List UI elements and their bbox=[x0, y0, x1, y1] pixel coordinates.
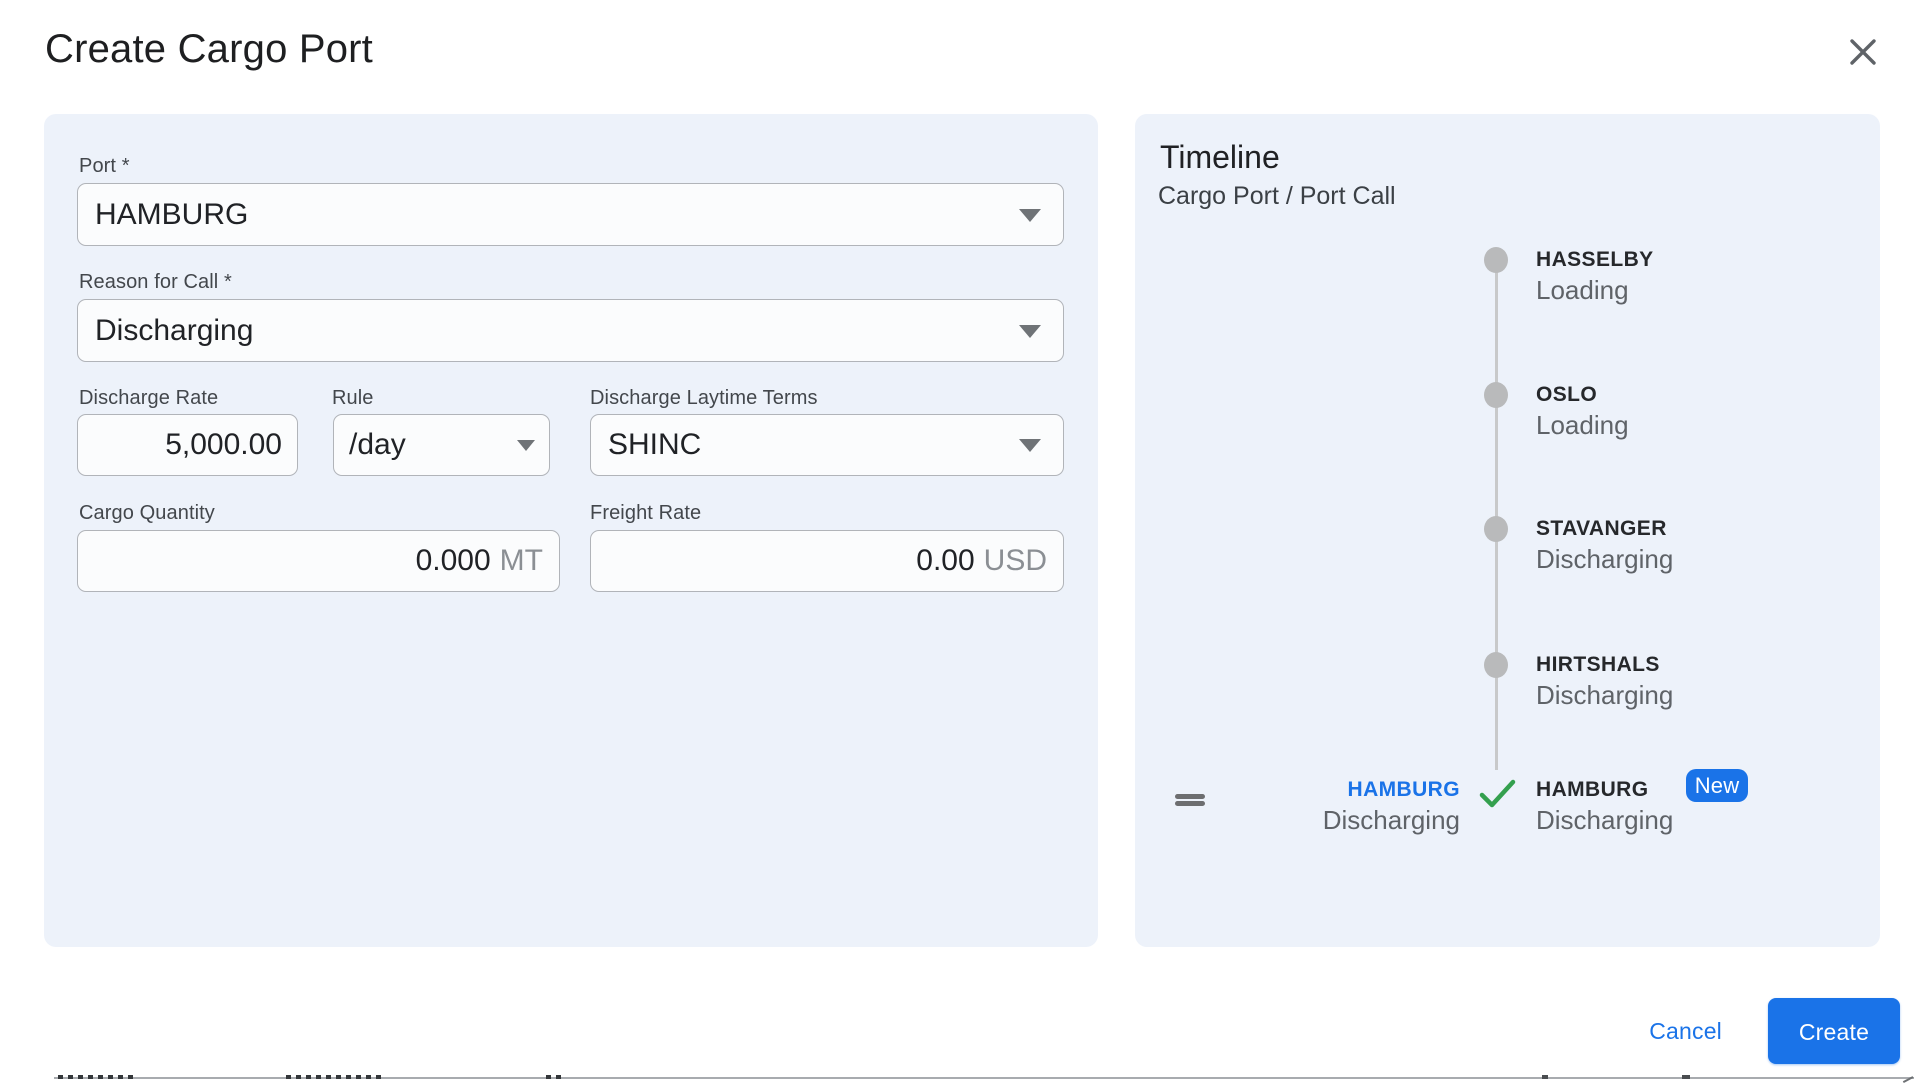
timeline-dot bbox=[1484, 247, 1508, 273]
cargo-quantity-unit: MT bbox=[499, 544, 543, 577]
timeline-item-stavanger: STAVANGER Discharging bbox=[1536, 514, 1866, 574]
timeline-dot bbox=[1484, 516, 1508, 542]
chevron-down-icon bbox=[1019, 439, 1041, 452]
timeline-title: Timeline bbox=[1160, 139, 1280, 175]
port-select[interactable]: HAMBURG bbox=[77, 183, 1064, 246]
timeline-item-hirtshals: HIRTSHALS Discharging bbox=[1536, 650, 1866, 710]
timeline-item-activity: Discharging bbox=[1536, 544, 1674, 574]
discharge-rate-label: Discharge Rate bbox=[79, 387, 219, 409]
page-bottom-text-fragment bbox=[286, 1075, 382, 1079]
discharge-laytime-terms-value: SHINC bbox=[608, 428, 702, 461]
discharge-laytime-terms-select[interactable]: SHINC bbox=[590, 414, 1064, 476]
rule-select-value: /day bbox=[349, 428, 406, 461]
new-badge: New bbox=[1686, 769, 1748, 802]
drag-handle-bar bbox=[1175, 801, 1205, 806]
timeline-item-oslo: OSLO Loading bbox=[1536, 380, 1866, 440]
page-bottom-text-fragment bbox=[1899, 1069, 1914, 1083]
freight-rate-input[interactable]: 0.00 USD bbox=[590, 530, 1064, 592]
cargo-quantity-input[interactable]: 0.000 MT bbox=[77, 530, 560, 592]
port-select-value: HAMBURG bbox=[95, 197, 249, 231]
chevron-down-icon bbox=[517, 440, 535, 451]
page-title: Create Cargo Port bbox=[45, 27, 373, 71]
timeline-drag-label-port: HAMBURG bbox=[1347, 778, 1460, 801]
create-button[interactable]: Create bbox=[1768, 998, 1900, 1064]
drag-handle-icon[interactable] bbox=[1175, 794, 1205, 806]
discharge-laytime-terms-label: Discharge Laytime Terms bbox=[590, 387, 818, 409]
create-cargo-port-dialog: Create Cargo Port Port * HAMBURG Reason … bbox=[0, 0, 1914, 1083]
timeline-item-activity: Loading bbox=[1536, 410, 1629, 440]
timeline-item-port: OSLO bbox=[1536, 383, 1598, 406]
reason-for-call-select[interactable]: Discharging bbox=[77, 299, 1064, 362]
rule-select[interactable]: /day bbox=[333, 414, 550, 476]
timeline-item-port: HIRTSHALS bbox=[1536, 653, 1660, 676]
drag-handle-bar bbox=[1175, 794, 1205, 799]
timeline-drag-label: HAMBURG Discharging bbox=[1230, 775, 1460, 835]
freight-rate-value: 0.00 bbox=[916, 544, 975, 577]
close-icon[interactable] bbox=[1844, 33, 1882, 71]
timeline-item-port: STAVANGER bbox=[1536, 517, 1667, 540]
timeline-item-activity: Discharging bbox=[1536, 805, 1674, 835]
chevron-down-icon bbox=[1019, 208, 1041, 222]
check-icon bbox=[1477, 776, 1517, 812]
timeline-subtitle: Cargo Port / Port Call bbox=[1158, 182, 1396, 210]
page-bottom-text-fragment bbox=[1682, 1075, 1690, 1079]
freight-rate-unit: USD bbox=[983, 544, 1047, 577]
discharge-rate-input[interactable]: 5,000.00 bbox=[77, 414, 298, 476]
reason-for-call-value: Discharging bbox=[95, 313, 254, 347]
timeline-item-port: HASSELBY bbox=[1536, 248, 1654, 271]
timeline-item-activity: Loading bbox=[1536, 275, 1629, 305]
reason-for-call-label: Reason for Call * bbox=[79, 271, 232, 293]
cancel-button[interactable]: Cancel bbox=[1649, 1017, 1722, 1045]
page-bottom-text-fragment bbox=[1542, 1075, 1548, 1079]
timeline-dot bbox=[1484, 382, 1508, 408]
timeline-dot bbox=[1484, 652, 1508, 678]
cargo-quantity-value: 0.000 bbox=[415, 544, 491, 577]
timeline-item-activity: Discharging bbox=[1536, 680, 1674, 710]
freight-rate-label: Freight Rate bbox=[590, 502, 702, 524]
cargo-quantity-label: Cargo Quantity bbox=[79, 502, 215, 524]
rule-label: Rule bbox=[332, 387, 374, 409]
page-bottom-text-fragment bbox=[58, 1075, 134, 1079]
close-icon-glyph bbox=[1850, 39, 1876, 65]
timeline-item-hasselby: HASSELBY Loading bbox=[1536, 245, 1866, 305]
discharge-rate-value: 5,000.00 bbox=[165, 428, 282, 461]
page-bottom-text-fragment bbox=[546, 1075, 562, 1079]
timeline-drag-label-activity: Discharging bbox=[1322, 805, 1460, 835]
chevron-down-icon bbox=[1019, 324, 1041, 338]
port-label: Port * bbox=[79, 155, 130, 177]
